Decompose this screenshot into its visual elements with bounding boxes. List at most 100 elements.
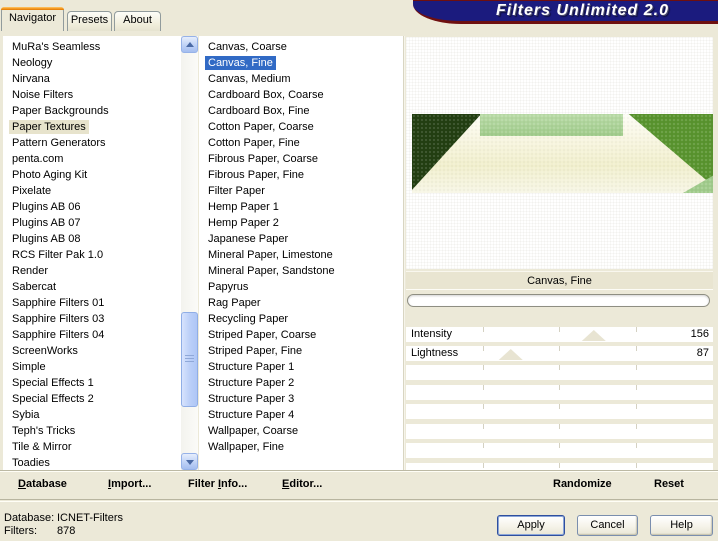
- selected-filter-caption: Canvas, Fine: [406, 271, 713, 290]
- list-item[interactable]: Plugins AB 06: [3, 199, 181, 215]
- list-item[interactable]: Render: [3, 263, 181, 279]
- list-item[interactable]: Wallpaper, Fine: [199, 439, 403, 455]
- list-item[interactable]: Nirvana: [3, 71, 181, 87]
- list-item[interactable]: Canvas, Coarse: [199, 39, 403, 55]
- preview-image[interactable]: [406, 37, 713, 269]
- list-item[interactable]: Cardboard Box, Fine: [199, 103, 403, 119]
- database-status-label: Database:: [4, 512, 55, 524]
- preview-corner-triangle: [682, 175, 713, 193]
- list-item[interactable]: Sapphire Filters 04: [3, 327, 181, 343]
- list-item[interactable]: Simple: [3, 359, 181, 375]
- list-item[interactable]: RCS Filter Pak 1.0: [3, 247, 181, 263]
- list-item[interactable]: Sapphire Filters 03: [3, 311, 181, 327]
- list-item[interactable]: Canvas, Medium: [199, 71, 403, 87]
- tab-about[interactable]: About: [114, 11, 161, 31]
- slider-area: Intensity 156 Lightness 87 Pinuccia www.…: [406, 327, 713, 470]
- list-item[interactable]: Special Effects 2: [3, 391, 181, 407]
- list-item[interactable]: Striped Paper, Coarse: [199, 327, 403, 343]
- apply-button[interactable]: Apply: [497, 515, 565, 536]
- list-item[interactable]: Cotton Paper, Fine: [199, 135, 403, 151]
- list-item[interactable]: Structure Paper 1: [199, 359, 403, 375]
- list-item[interactable]: Toadies: [3, 455, 181, 470]
- list-item[interactable]: Noise Filters: [3, 87, 181, 103]
- category-list[interactable]: MuRa's Seamless Neology Nirvana Noise Filte…: [3, 36, 181, 470]
- list-item[interactable]: ScreenWorks: [3, 343, 181, 359]
- list-item[interactable]: Plugins AB 07: [3, 215, 181, 231]
- list-item[interactable]: Cotton Paper, Coarse: [199, 119, 403, 135]
- list-item[interactable]: Special Effects 1: [3, 375, 181, 391]
- editor-button[interactable]: Editor...: [282, 478, 322, 490]
- list-item[interactable]: MuRa's Seamless: [3, 39, 181, 55]
- filters-unlimited-dialog: Filters Unlimited 2.0 Navigator Presets …: [0, 0, 718, 541]
- list-item[interactable]: Mineral Paper, Limestone: [199, 247, 403, 263]
- randomize-button[interactable]: Randomize: [553, 478, 612, 490]
- tab-presets[interactable]: Presets: [67, 11, 112, 31]
- list-item[interactable]: Filter Paper: [199, 183, 403, 199]
- list-item[interactable]: Mineral Paper, Sandstone: [199, 263, 403, 279]
- preview-panel: Canvas, Fine Intensity 156 Lightness 87 …: [406, 36, 713, 470]
- filter-list[interactable]: Canvas, Coarse Canvas, Fine Canvas, Medium…: [199, 36, 403, 470]
- scroll-up-icon: [186, 42, 194, 47]
- reset-button[interactable]: Reset: [654, 478, 684, 490]
- database-button[interactable]: Database: [18, 478, 67, 490]
- list-item[interactable]: Plugins AB 08: [3, 231, 181, 247]
- empty-slider-row: [406, 365, 713, 380]
- list-item[interactable]: Structure Paper 2: [199, 375, 403, 391]
- database-status-value: ICNET-Filters: [57, 512, 123, 524]
- preview-dark-green-triangle: [412, 114, 482, 190]
- list-item[interactable]: Wallpaper, Coarse: [199, 423, 403, 439]
- tab-label: About: [123, 14, 152, 26]
- list-item[interactable]: Cardboard Box, Coarse: [199, 87, 403, 103]
- slider-thumb[interactable]: [581, 330, 606, 341]
- tab-label: Navigator: [8, 12, 57, 24]
- empty-slider-row: [406, 385, 713, 400]
- empty-slider-row: [406, 443, 713, 458]
- list-item[interactable]: Japanese Paper: [199, 231, 403, 247]
- list-item[interactable]: Neology: [3, 55, 181, 71]
- list-item[interactable]: Photo Aging Kit: [3, 167, 181, 183]
- scrollbar-thumb[interactable]: [181, 312, 198, 407]
- list-item[interactable]: Fibrous Paper, Fine: [199, 167, 403, 183]
- help-button[interactable]: Help: [650, 515, 713, 536]
- preview-texture-band: [412, 114, 713, 193]
- slider-label: Intensity: [411, 328, 452, 340]
- list-item[interactable]: Structure Paper 4: [199, 407, 403, 423]
- list-item[interactable]: Paper Backgrounds: [3, 103, 181, 119]
- list-item[interactable]: Fibrous Paper, Coarse: [199, 151, 403, 167]
- slider-value: 156: [690, 328, 709, 340]
- cancel-button[interactable]: Cancel: [577, 515, 638, 536]
- list-item[interactable]: Tile & Mirror: [3, 439, 181, 455]
- list-item[interactable]: Sapphire Filters 01: [3, 295, 181, 311]
- list-item[interactable]: Sabercat: [3, 279, 181, 295]
- category-scrollbar[interactable]: [181, 36, 198, 470]
- scroll-down-button[interactable]: [181, 453, 198, 470]
- list-item[interactable]: Paper Textures: [3, 119, 181, 135]
- lightness-slider[interactable]: Lightness 87: [406, 346, 713, 361]
- list-item[interactable]: Pixelate: [3, 183, 181, 199]
- scroll-down-icon: [186, 460, 194, 465]
- slider-label: Lightness: [411, 347, 459, 359]
- app-title: Filters Unlimited 2.0: [495, 2, 670, 19]
- slider-value: 87: [696, 347, 709, 359]
- list-item[interactable]: Hemp Paper 1: [199, 199, 403, 215]
- scroll-up-button[interactable]: [181, 36, 198, 53]
- list-item[interactable]: penta.com: [3, 151, 181, 167]
- list-item[interactable]: Canvas, Fine: [199, 55, 403, 71]
- import-button[interactable]: Import...: [108, 478, 151, 490]
- list-item[interactable]: Pattern Generators: [3, 135, 181, 151]
- tab-navigator[interactable]: Navigator: [1, 7, 64, 31]
- preview-light-green-strip: [479, 114, 623, 137]
- list-item[interactable]: Structure Paper 3: [199, 391, 403, 407]
- list-item[interactable]: Sybia: [3, 407, 181, 423]
- intensity-slider[interactable]: Intensity 156: [406, 327, 713, 342]
- list-item[interactable]: Striped Paper, Fine: [199, 343, 403, 359]
- filter-info-button[interactable]: Filter Info...: [188, 478, 247, 490]
- empty-slider-row: [406, 404, 713, 419]
- list-item[interactable]: Hemp Paper 2: [199, 215, 403, 231]
- list-item[interactable]: Papyrus: [199, 279, 403, 295]
- slider-thumb[interactable]: [498, 349, 523, 360]
- list-item[interactable]: Rag Paper: [199, 295, 403, 311]
- filters-count-label: Filters:: [4, 525, 37, 537]
- list-item[interactable]: Recycling Paper: [199, 311, 403, 327]
- list-item[interactable]: Teph's Tricks: [3, 423, 181, 439]
